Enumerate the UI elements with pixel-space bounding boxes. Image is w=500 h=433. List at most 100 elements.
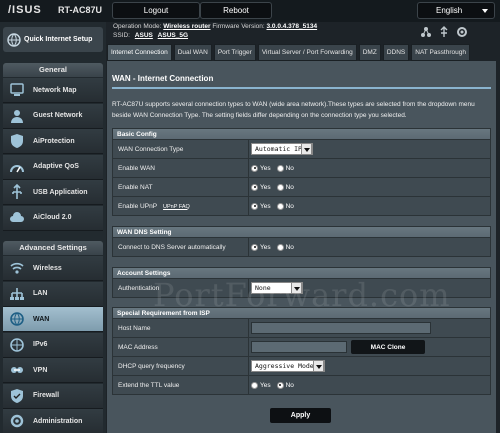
op-mode-link[interactable]: Wireless router	[163, 23, 210, 30]
sidebar-item-label: Network Map	[33, 86, 77, 94]
settings-status-icon[interactable]	[456, 26, 468, 38]
wan-type-label: WAN Connection Type	[118, 145, 184, 153]
ttl-label: Extend the TTL value	[118, 381, 180, 389]
wan-type-row: WAN Connection Type Automatic IP	[112, 140, 491, 159]
enable-wan-no[interactable]: No	[276, 164, 294, 172]
basic-config-table: Basic Config WAN Connection Type Automat…	[112, 128, 491, 216]
apply-button[interactable]: Apply	[270, 408, 331, 423]
chevron-down-icon	[301, 143, 312, 155]
sidebar-item-usb-application[interactable]: USB Application	[3, 180, 103, 205]
dhcp-query-select[interactable]: Aggressive Mode	[251, 360, 325, 372]
watermark: PortForward.com	[153, 276, 451, 314]
mac-address-input[interactable]	[251, 341, 347, 353]
tab-nat-passthrough[interactable]: NAT Passthrough	[411, 44, 470, 61]
sidebar-item-administration[interactable]: Administration	[3, 409, 103, 433]
ttl-no[interactable]: No	[276, 381, 294, 389]
lan-icon	[10, 287, 24, 300]
sidebar-item-wireless[interactable]: Wireless	[3, 256, 103, 281]
mac-address-label: MAC Address	[118, 343, 158, 351]
sidebar-item-label: LAN	[33, 290, 48, 297]
dns-auto-row: Connect to DNS Server automatically Yes …	[112, 238, 491, 257]
tab-port-trigger[interactable]: Port Trigger	[213, 44, 256, 61]
ssid-link-5g[interactable]: ASUS_5G	[158, 32, 188, 39]
sidebar-item-firewall[interactable]: Firewall	[3, 383, 103, 409]
enable-nat-yes[interactable]: Yes	[251, 183, 271, 191]
administration-icon	[10, 414, 24, 428]
usb-status-icon[interactable]	[438, 26, 450, 38]
sidebar-item-aicloud-2-0[interactable]: AiCloud 2.0	[3, 205, 103, 231]
isp-requirement-table: Special Requirement from ISP Host Name M…	[112, 307, 491, 395]
language-label: English	[436, 6, 463, 15]
sidebar-item-ipv6[interactable]: IPv6	[3, 332, 103, 358]
host-name-input[interactable]	[251, 322, 431, 334]
upnp-faq-link[interactable]: UPnP FAQ	[163, 204, 190, 210]
tab-internet-connection[interactable]: Internet Connection	[107, 44, 172, 61]
dns-auto-label: Connect to DNS Server automatically	[118, 243, 226, 251]
firewall-icon	[11, 388, 23, 403]
sidebar-item-adaptive-qos[interactable]: Adaptive QoS	[3, 154, 103, 180]
sidebar-item-aiprotection[interactable]: AiProtection	[3, 129, 103, 154]
enable-wan-yes[interactable]: Yes	[251, 164, 271, 172]
page-title: WAN - Internet Connection	[112, 74, 214, 83]
dns-auto-no[interactable]: No	[276, 243, 294, 251]
ttl-row: Extend the TTL value Yes No	[112, 376, 491, 395]
sidebar-item-label: Firewall	[33, 392, 60, 399]
sidebar: Quick Internet Setup General Network Map…	[0, 22, 106, 433]
sidebar-item-label: Guest Network	[33, 112, 83, 119]
sidebar-item-guest-network[interactable]: Guest Network	[3, 103, 103, 129]
network-status-icon[interactable]	[420, 26, 432, 38]
host-name-label: Host Name	[118, 324, 151, 332]
firmware-link[interactable]: 3.0.0.4.378_5134	[267, 23, 318, 30]
quick-internet-setup-button[interactable]: Quick Internet Setup	[3, 27, 103, 52]
basic-config-header: Basic Config	[112, 128, 491, 140]
sidebar-item-vpn[interactable]: VPN	[3, 358, 103, 383]
main-panel: WAN - Internet Connection RT-AC87U suppo…	[107, 61, 496, 433]
ttl-yes[interactable]: Yes	[251, 381, 271, 389]
aicloud-icon	[10, 211, 24, 222]
enable-upnp-no[interactable]: No	[276, 202, 294, 210]
sidebar-item-label: AiCloud 2.0	[33, 214, 72, 221]
qos-icon	[10, 164, 24, 172]
wireless-icon	[10, 262, 24, 274]
enable-nat-row: Enable NAT Yes No	[112, 178, 491, 197]
qis-label: Quick Internet Setup	[24, 35, 93, 43]
page-description: RT-AC87U supports several connection typ…	[112, 101, 475, 119]
tab-ddns[interactable]: DDNS	[382, 44, 410, 61]
usb-icon	[12, 184, 22, 199]
tab-virtual-server-port-forwarding[interactable]: Virtual Server / Port Forwarding	[257, 44, 357, 61]
sidebar-item-label: Adaptive QoS	[33, 163, 79, 170]
op-mode-label: Operation Mode:	[113, 23, 162, 30]
status-line: Operation Mode: Wireless router Firmware…	[113, 23, 317, 30]
tab-bar: Internet Connection Dual WAN Port Trigger V…	[107, 44, 472, 61]
mac-clone-button[interactable]: MAC Clone	[351, 340, 425, 354]
asus-logo: /ISUS	[8, 4, 42, 16]
sidebar-item-network-map[interactable]: Network Map	[3, 78, 103, 103]
chevron-down-icon	[482, 9, 488, 13]
tab-dmz[interactable]: DMZ	[358, 44, 381, 61]
tab-dual-wan[interactable]: Dual WAN	[173, 44, 212, 61]
enable-nat-no[interactable]: No	[276, 183, 294, 191]
enable-nat-label: Enable NAT	[118, 183, 153, 191]
enable-wan-row: Enable WAN Yes No	[112, 159, 491, 178]
aiprotection-icon	[11, 134, 23, 148]
enable-upnp-yes[interactable]: Yes	[251, 202, 271, 210]
sidebar-item-lan[interactable]: LAN	[3, 281, 103, 307]
vpn-icon	[11, 367, 23, 373]
dns-auto-yes[interactable]: Yes	[251, 243, 271, 251]
ssid-link-24[interactable]: ASUS	[135, 32, 153, 39]
status-icons	[420, 26, 468, 38]
sidebar-item-label: Wireless	[33, 264, 62, 272]
logout-button[interactable]: Logout	[112, 2, 200, 19]
mac-address-row: MAC Address MAC Clone	[112, 338, 491, 357]
ssid-label: SSID:	[113, 32, 130, 39]
fw-label: Firmware Version:	[212, 23, 265, 30]
title-divider	[112, 87, 491, 89]
language-select[interactable]: English	[417, 2, 495, 19]
reboot-button[interactable]: Reboot	[200, 2, 272, 19]
sidebar-item-label: WAN	[33, 315, 50, 323]
sidebar-item-wan[interactable]: WAN	[3, 307, 103, 332]
dhcp-query-label: DHCP query frequency	[118, 362, 185, 370]
wan-type-select[interactable]: Automatic IP	[251, 143, 313, 155]
wan-dns-table: WAN DNS Setting Connect to DNS Server au…	[112, 226, 491, 257]
ipv6-icon	[10, 337, 24, 352]
